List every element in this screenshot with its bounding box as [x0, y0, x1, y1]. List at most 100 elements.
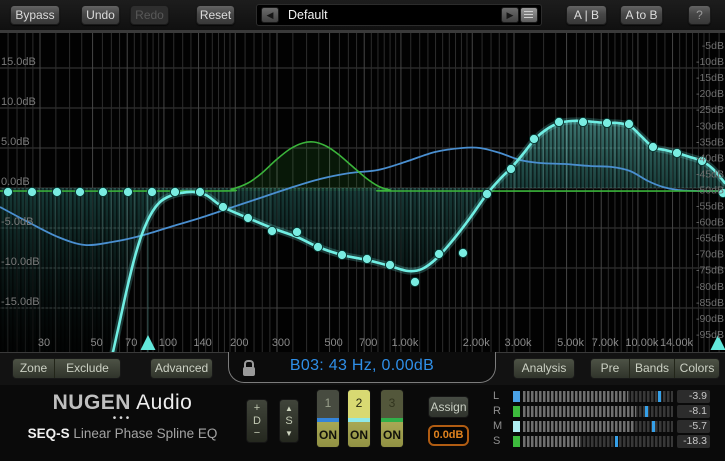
- eq-node[interactable]: [410, 277, 419, 286]
- down-arrow-icon: ▼: [285, 428, 293, 439]
- axis-label: -95dB: [696, 329, 724, 341]
- eq-node[interactable]: [624, 119, 633, 128]
- meter-value: -18.3: [677, 435, 710, 448]
- delete-node-button[interactable]: + D −: [246, 399, 268, 443]
- undo-button[interactable]: Undo: [81, 5, 120, 25]
- help-button[interactable]: ?: [688, 5, 711, 25]
- eq-node[interactable]: [385, 260, 394, 269]
- axis-label: 1.00k: [391, 337, 418, 349]
- eq-node[interactable]: [243, 213, 252, 222]
- channel-color-swatch: [513, 406, 520, 417]
- band-1-on-toggle[interactable]: ON: [317, 422, 339, 448]
- axis-label: -5.0dB: [1, 216, 33, 228]
- band-1-number: 1: [317, 390, 339, 418]
- axis-label: -10.0dB: [1, 256, 40, 268]
- eq-node[interactable]: [337, 250, 346, 259]
- bands-button[interactable]: Bands: [630, 359, 675, 378]
- redo-button[interactable]: Redo: [130, 5, 169, 25]
- axis-label: -55dB: [696, 201, 724, 213]
- control-bar: Zone Exclude Advanced B03: 43 Hz, 0.00dB…: [0, 352, 725, 385]
- s-label: S: [285, 416, 292, 427]
- channel-color-swatch: [513, 421, 520, 432]
- eq-node[interactable]: [362, 254, 371, 263]
- eq-node[interactable]: [313, 242, 322, 251]
- analysis-button[interactable]: Analysis: [513, 358, 575, 379]
- assign-button[interactable]: Assign: [428, 396, 469, 418]
- meter-channel-label: R: [493, 406, 501, 417]
- eq-node[interactable]: [506, 164, 515, 173]
- axis-label: -40dB: [696, 152, 724, 164]
- axis-label: 140: [193, 337, 211, 349]
- eq-node[interactable]: [578, 117, 587, 126]
- level-meter: [523, 391, 673, 402]
- ab-compare-button[interactable]: A | B: [566, 5, 607, 25]
- axis-label: 30: [38, 337, 50, 349]
- a-to-b-button[interactable]: A to B: [620, 5, 663, 25]
- axis-label: 5.00k: [557, 337, 584, 349]
- axis-label: -15.0dB: [1, 296, 40, 308]
- band-3-button[interactable]: 3 ON: [380, 389, 404, 448]
- eq-node[interactable]: [27, 187, 36, 196]
- eq-node[interactable]: [434, 249, 443, 258]
- preset-field[interactable]: ◀ Default ▶: [256, 4, 542, 26]
- eq-node[interactable]: [554, 117, 563, 126]
- preset-next-icon[interactable]: ▶: [501, 7, 519, 23]
- colors-button[interactable]: Colors: [675, 359, 719, 378]
- toolbar: Bypass Undo Redo Reset ◀ Default ▶ A | B…: [0, 0, 725, 30]
- eq-node[interactable]: [75, 187, 84, 196]
- axis-label: 500: [324, 337, 342, 349]
- axis-label: -35dB: [696, 136, 724, 148]
- zone-button[interactable]: Zone: [13, 359, 55, 378]
- meter-value: -3.9: [677, 390, 710, 403]
- pre-button[interactable]: Pre: [591, 359, 630, 378]
- level-meter: [523, 406, 673, 417]
- band-2-button[interactable]: 2 ON: [347, 389, 371, 448]
- eq-node[interactable]: [482, 189, 491, 198]
- eq-node[interactable]: [3, 187, 12, 196]
- axis-label: -70dB: [696, 249, 724, 261]
- eq-node[interactable]: [195, 187, 204, 196]
- eq-node[interactable]: [170, 187, 179, 196]
- axis-label: -30dB: [696, 120, 724, 132]
- eq-node[interactable]: [147, 187, 156, 196]
- eq-node[interactable]: [123, 187, 132, 196]
- exclude-button[interactable]: Exclude: [55, 359, 120, 378]
- eq-node[interactable]: [648, 142, 657, 151]
- eq-node[interactable]: [292, 227, 301, 236]
- eq-node[interactable]: [52, 187, 61, 196]
- axis-label: 2.00k: [463, 337, 490, 349]
- eq-graph[interactable]: 15.0dB10.0dB5.0dB0.0dB-5.0dB-10.0dB-15.0…: [0, 30, 725, 352]
- eq-node[interactable]: [602, 118, 611, 127]
- minus-icon: −: [254, 428, 260, 439]
- band-2-on-toggle[interactable]: ON: [348, 422, 370, 448]
- band-1-button[interactable]: 1 ON: [316, 389, 340, 448]
- band-readout: B03: 43 Hz, 0.00dB: [229, 357, 495, 375]
- band-3-on-toggle[interactable]: ON: [381, 422, 403, 448]
- eq-node[interactable]: [218, 202, 227, 211]
- eq-node[interactable]: [672, 148, 681, 157]
- eq-node[interactable]: [267, 226, 276, 235]
- preset-prev-icon[interactable]: ◀: [261, 7, 279, 23]
- assign-value-field[interactable]: 0.0dB: [428, 425, 469, 446]
- meter-value: -5.7: [677, 420, 710, 433]
- advanced-button[interactable]: Advanced: [150, 358, 213, 379]
- axis-label: 70: [125, 337, 137, 349]
- reset-button[interactable]: Reset: [196, 5, 235, 25]
- band-2-number: 2: [348, 390, 370, 418]
- axis-label: 0.0dB: [1, 176, 30, 188]
- readout-tab: B03: 43 Hz, 0.00dB: [228, 352, 496, 383]
- eq-node[interactable]: [529, 134, 538, 143]
- axis-label: -45dB: [696, 168, 724, 180]
- channel-color-swatch: [513, 391, 520, 402]
- preset-menu-icon[interactable]: [520, 7, 538, 23]
- bypass-button[interactable]: Bypass: [10, 5, 60, 25]
- axis-label: -65dB: [696, 233, 724, 245]
- axis-label: 700: [359, 337, 377, 349]
- zone-exclude-group: Zone Exclude: [12, 358, 121, 379]
- seq-s-plugin-window: Bypass Undo Redo Reset ◀ Default ▶ A | B…: [0, 0, 725, 461]
- eq-node[interactable]: [458, 248, 467, 257]
- eq-node[interactable]: [98, 187, 107, 196]
- brand-logo: NUGEN Audio ••• SEQ-S Linear Phase Splin…: [25, 391, 220, 441]
- spline-nudge-button[interactable]: ▲ S ▼: [279, 399, 299, 443]
- meter-channel-label: S: [493, 436, 500, 447]
